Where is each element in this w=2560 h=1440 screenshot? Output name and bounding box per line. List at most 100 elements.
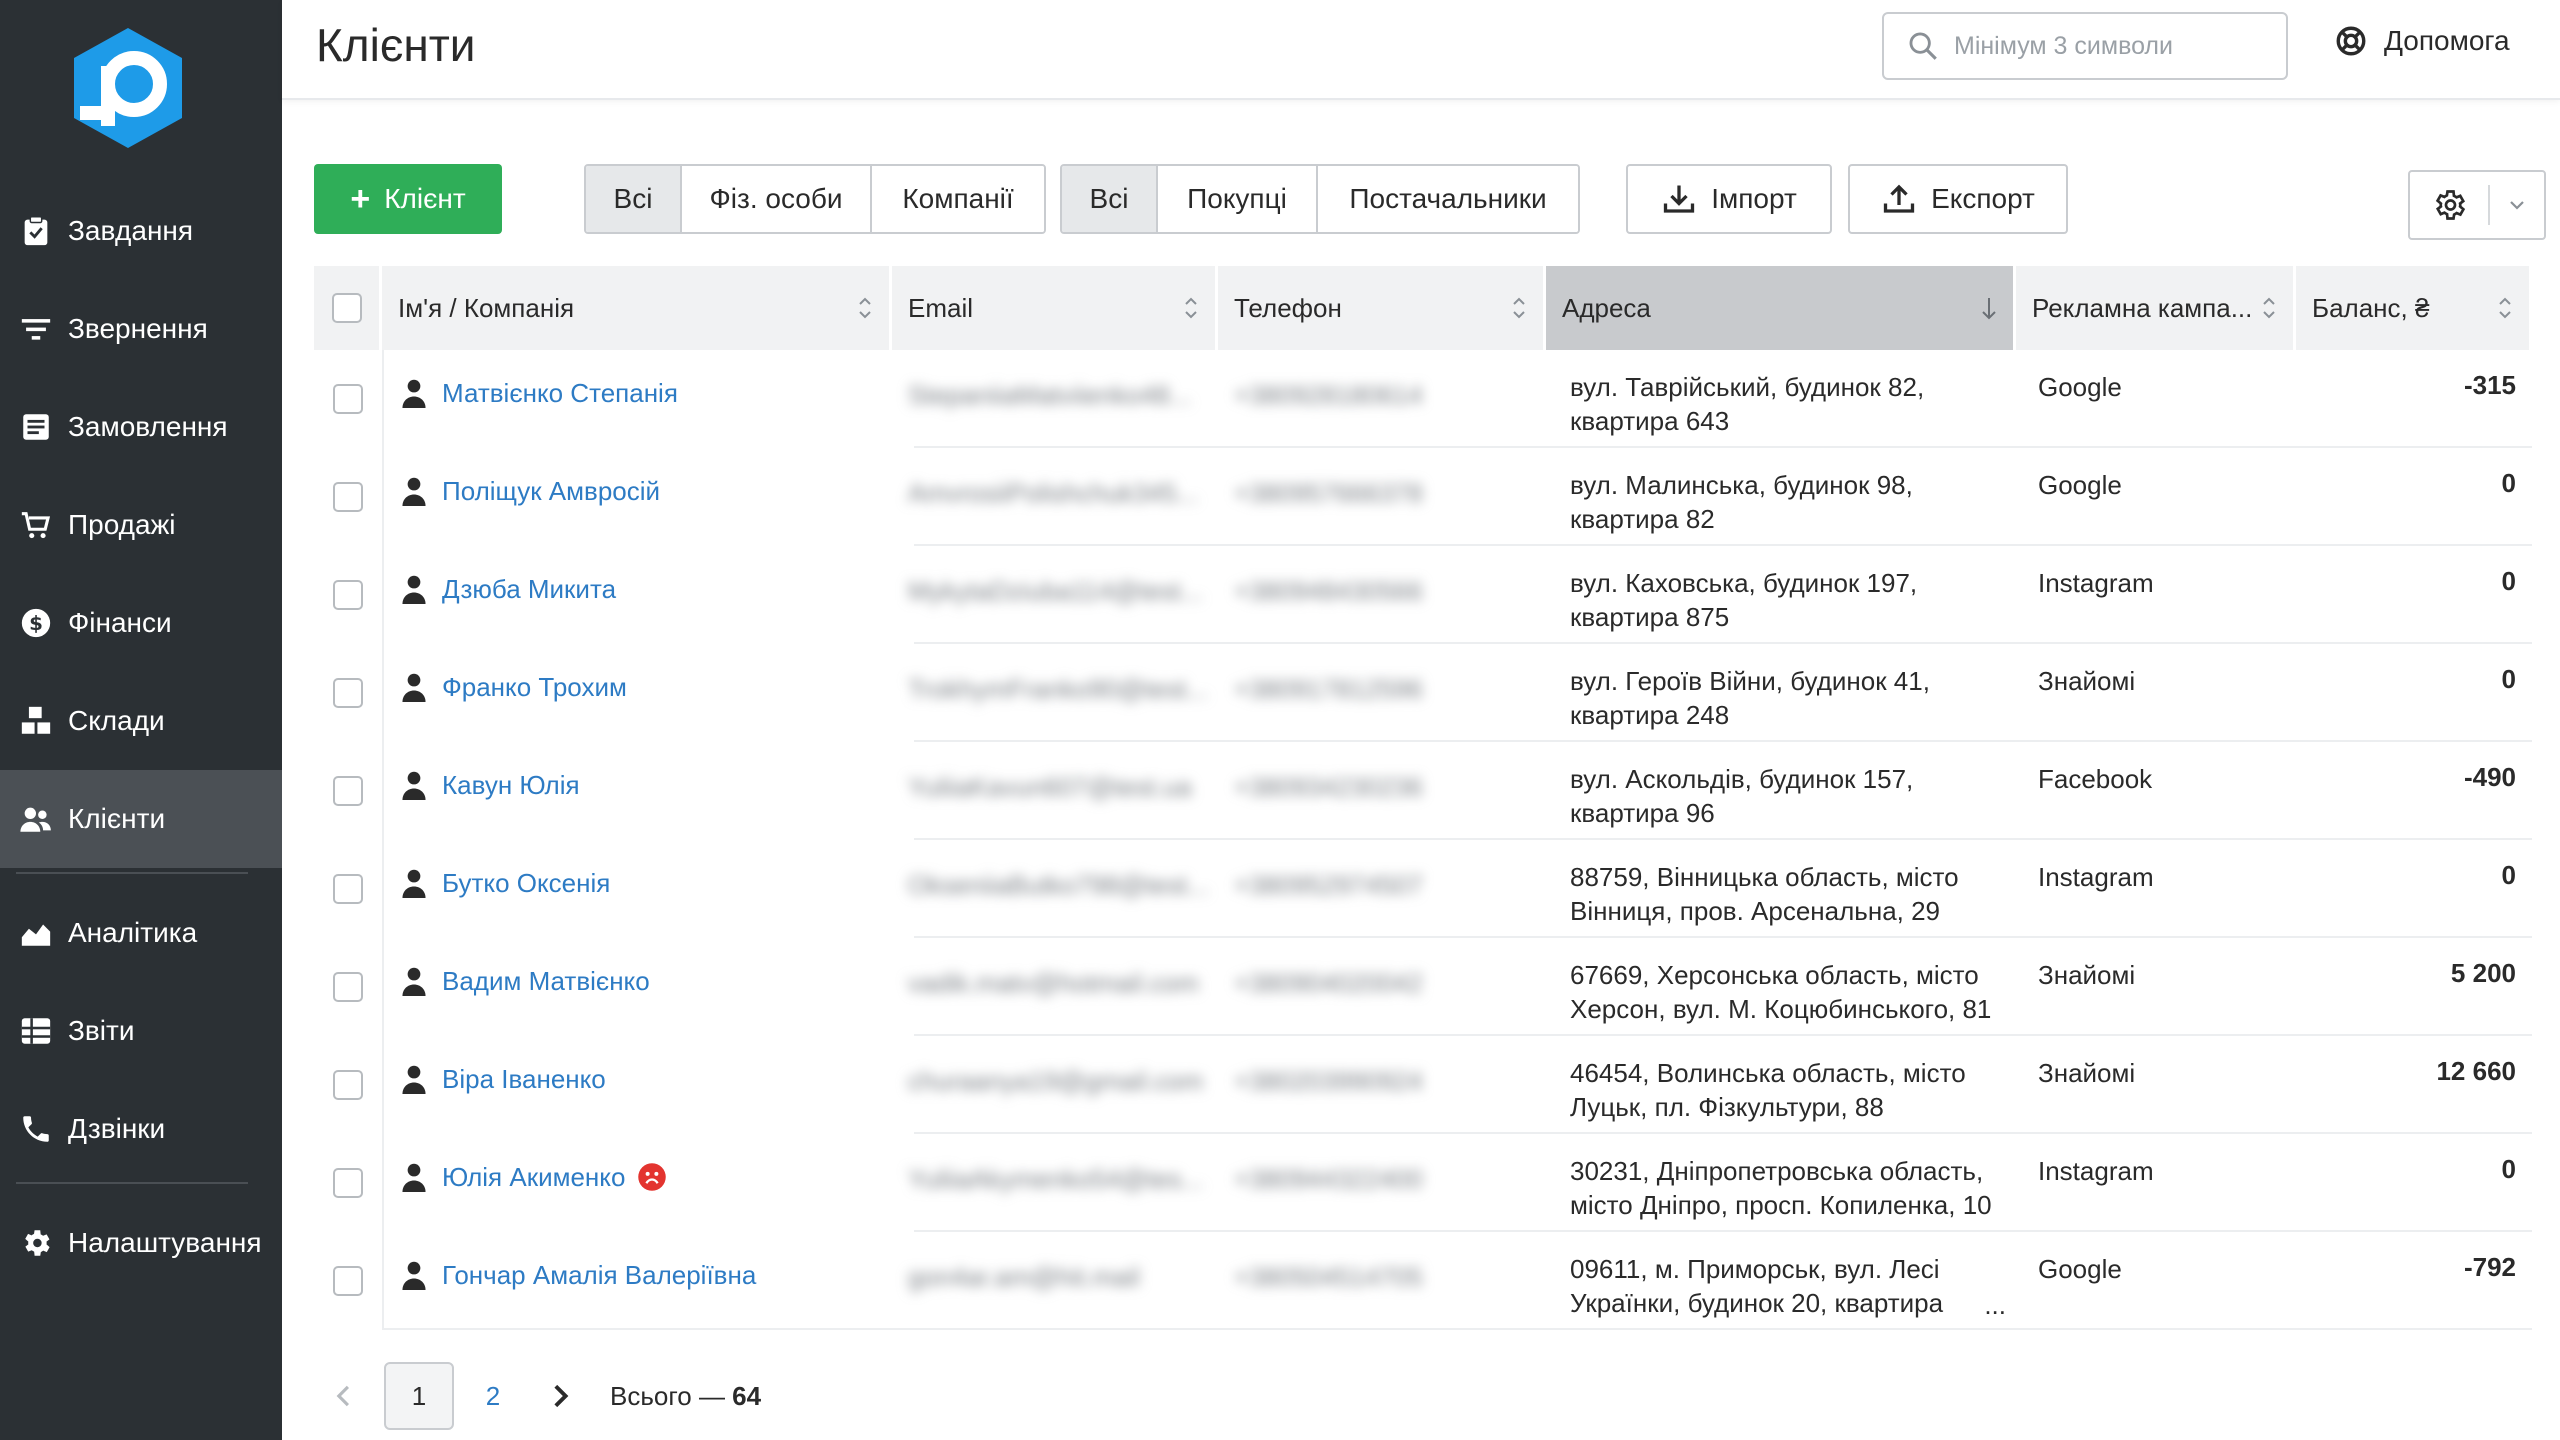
row-checkbox[interactable] — [333, 678, 363, 708]
sidebar-item-finance[interactable]: $ Фінанси — [0, 574, 282, 672]
table-row[interactable]: Бутко Оксенія OkseniiaButko798@test... +38… — [314, 840, 2532, 938]
sidebar: Завдання Звернення Замовлення Продажі $ … — [0, 0, 282, 1440]
row-checkbox[interactable] — [333, 1266, 363, 1296]
table-row[interactable]: Поліщук Амвросій AmvrosiiPolishchuk345...… — [314, 448, 2532, 546]
pagination: 1 2 Всього — 64 — [314, 1362, 761, 1430]
client-name-cell: Бутко Оксенія — [382, 840, 892, 938]
email-cell: TrokhymFranko90@test... — [892, 644, 1218, 742]
row-checkbox[interactable] — [333, 482, 363, 512]
sidebar-item-requests[interactable]: Звернення — [0, 280, 282, 378]
campaign-cell: Google — [2038, 1254, 2122, 1284]
row-checkbox[interactable] — [333, 384, 363, 414]
client-name-link[interactable]: Юлія Акименко — [442, 1162, 625, 1193]
address-line-text: Вінниця, пров. Арсенальна, 29 — [1570, 896, 1941, 926]
filter-type-all[interactable]: Всі — [586, 166, 682, 232]
page-button-current[interactable]: 1 — [384, 1362, 454, 1430]
page-button[interactable]: 2 — [458, 1362, 528, 1430]
import-button[interactable]: Імпорт — [1626, 164, 1832, 234]
column-header-campaign[interactable]: Рекламна кампа... — [2016, 266, 2296, 350]
column-label: Телефон — [1234, 292, 1342, 323]
row-checkbox-cell — [314, 546, 382, 644]
client-name-link[interactable]: Вадим Матвієнко — [442, 966, 650, 997]
table-row[interactable]: Юлія Акименко YuliiaAkymenko54@tes... +380… — [314, 1134, 2532, 1232]
sidebar-item-clients[interactable]: Клієнти — [0, 770, 282, 868]
sidebar-item-analytics[interactable]: Аналітика — [0, 884, 282, 982]
row-checkbox[interactable] — [333, 972, 363, 1002]
table-row[interactable]: Матвієнко Степанія StepaniiaMatviienko48.… — [314, 350, 2532, 448]
help-link[interactable]: Допомога — [2334, 24, 2510, 58]
client-name-link[interactable]: Дзюба Микита — [442, 574, 616, 605]
email-value: gon4ar.am@hit.mail — [908, 1262, 1140, 1292]
prev-page-icon[interactable] — [324, 1376, 364, 1416]
address-line: Українки, будинок 20, квартира... — [1570, 1286, 2016, 1320]
client-name-link[interactable]: Віра Іваненко — [442, 1064, 606, 1095]
row-checkbox-cell — [314, 350, 382, 448]
balance-cell: 0 — [2501, 1154, 2516, 1184]
address-line: квартира 248 — [1570, 698, 2016, 732]
campaign-cell: Google — [2038, 372, 2122, 402]
sort-desc-icon — [1982, 298, 1996, 320]
sidebar-item-orders[interactable]: Замовлення — [0, 378, 282, 476]
phone-cell: +380928180614 — [1218, 350, 1546, 448]
app-logo[interactable] — [70, 26, 186, 150]
table-row[interactable]: Віра Іваненко churaanya19@gmail.com +38020… — [314, 1036, 2532, 1134]
campaign-cell: Instagram — [2038, 862, 2154, 892]
filter-type-companies[interactable]: Компанії — [872, 166, 1044, 232]
client-name-link[interactable]: Матвієнко Степанія — [442, 378, 678, 409]
campaign-cell: Знайомі — [2038, 960, 2136, 990]
column-header-email[interactable]: Email — [892, 266, 1218, 350]
filter-role-suppliers[interactable]: Постачальники — [1318, 166, 1578, 232]
row-checkbox[interactable] — [333, 776, 363, 806]
search-box[interactable] — [1882, 12, 2288, 80]
sidebar-item-sales[interactable]: Продажі — [0, 476, 282, 574]
balance-cell: 0 — [2501, 860, 2516, 890]
filter-type-individuals[interactable]: Фіз. особи — [682, 166, 872, 232]
filter-role-buyers[interactable]: Покупці — [1158, 166, 1318, 232]
client-name-link[interactable]: Гончар Амалія Валеріївна — [442, 1260, 756, 1291]
table-row[interactable]: Вадим Матвієнко vadik.matv@hotmail.com +38… — [314, 938, 2532, 1036]
client-name-link[interactable]: Поліщук Амвросій — [442, 476, 660, 507]
column-header-address[interactable]: Адреса — [1546, 266, 2016, 350]
phone-value: +380957666378 — [1234, 478, 1423, 508]
filter-role-all[interactable]: Всі — [1062, 166, 1158, 232]
phone-value: +380948430566 — [1234, 576, 1423, 606]
address-line-text: квартира 643 — [1570, 406, 1730, 436]
sidebar-divider — [16, 872, 248, 874]
row-checkbox[interactable] — [333, 1070, 363, 1100]
table-row[interactable]: Гончар Амалія Валеріївна gon4ar.am@hit.ma… — [314, 1232, 2532, 1330]
table-row[interactable]: Кавун Юлія YuliiaKavun607@test.ua +3809342… — [314, 742, 2532, 840]
add-client-button[interactable]: + Клієнт — [314, 164, 502, 234]
sidebar-item-tasks[interactable]: Завдання — [0, 182, 282, 280]
email-value: AmvrosiiPolishchuk345... — [908, 478, 1199, 508]
email-cell: vadik.matv@hotmail.com — [892, 938, 1218, 1036]
boxes-icon — [16, 701, 56, 741]
column-header-name[interactable]: Ім'я / Компанія — [382, 266, 892, 350]
client-name-link[interactable]: Кавун Юлія — [442, 770, 580, 801]
row-checkbox[interactable] — [333, 1168, 363, 1198]
address-line: квартира 96 — [1570, 796, 2016, 830]
area-chart-icon — [16, 913, 56, 953]
table-settings-button[interactable] — [2408, 170, 2546, 240]
column-header-phone[interactable]: Телефон — [1218, 266, 1546, 350]
address-line: 46454, Волинська область, місто — [1570, 1058, 1966, 1088]
phone-value: +380203990924 — [1234, 1066, 1423, 1096]
export-button[interactable]: Експорт — [1848, 164, 2068, 234]
row-checkbox-cell — [314, 1134, 382, 1232]
table-row[interactable]: Дзюба Микита MykytaDziuba114@test... +3809… — [314, 546, 2532, 644]
row-checkbox[interactable] — [333, 874, 363, 904]
client-name-link[interactable]: Бутко Оксенія — [442, 868, 610, 899]
sidebar-item-calls[interactable]: Дзвінки — [0, 1080, 282, 1178]
column-header-balance[interactable]: Баланс, ₴ — [2296, 266, 2532, 350]
next-page-icon[interactable] — [540, 1376, 580, 1416]
sidebar-item-settings[interactable]: Налаштування — [0, 1194, 282, 1292]
sidebar-item-warehouses[interactable]: Склади — [0, 672, 282, 770]
phone-value: +380928180614 — [1234, 380, 1423, 410]
search-input[interactable] — [1954, 31, 2274, 61]
table-row[interactable]: Франко Трохим TrokhymFranko90@test... +380… — [314, 644, 2532, 742]
row-checkbox[interactable] — [333, 580, 363, 610]
dollar-circle-icon: $ — [16, 603, 56, 643]
balance-cell: 0 — [2501, 566, 2516, 596]
select-all-checkbox[interactable] — [331, 293, 362, 323]
sidebar-item-reports[interactable]: Звіти — [0, 982, 282, 1080]
client-name-link[interactable]: Франко Трохим — [442, 672, 627, 703]
